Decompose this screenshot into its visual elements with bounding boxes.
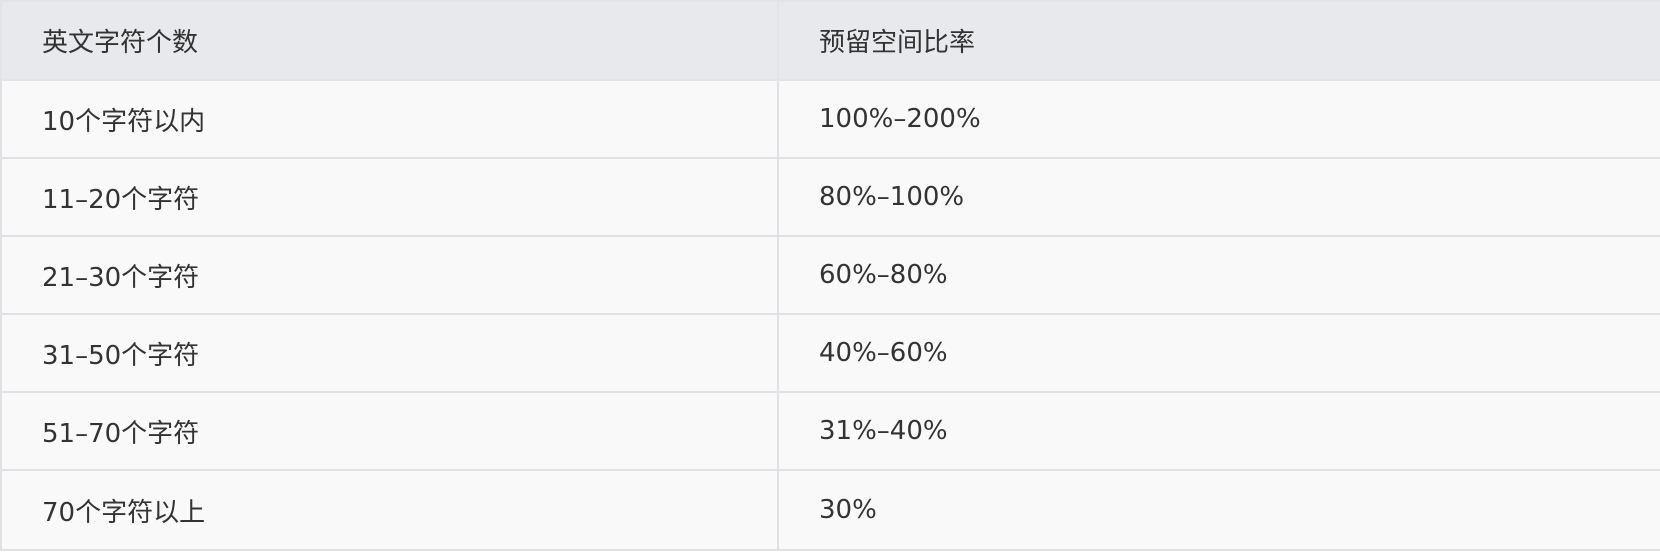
header-english-char-count: 英文字符个数 [0, 0, 779, 81]
char-count-cell: 31–50个字符 [0, 313, 779, 393]
table-row: 21–30个字符 60%–80% [0, 235, 1660, 315]
table-row: 11–20个字符 80%–100% [0, 157, 1660, 237]
ratio-cell: 30% [777, 469, 1660, 551]
table-row: 31–50个字符 40%–60% [0, 313, 1660, 393]
ratio-cell: 31%–40% [777, 391, 1660, 471]
ratio-table-container: 英文字符个数 预留空间比率 10个字符以内 100%–200% 11–20个字符… [0, 0, 1660, 552]
ratio-table: 英文字符个数 预留空间比率 10个字符以内 100%–200% 11–20个字符… [0, 0, 1660, 551]
char-count-cell: 11–20个字符 [0, 157, 779, 237]
ratio-cell: 100%–200% [777, 79, 1660, 159]
table-row: 10个字符以内 100%–200% [0, 79, 1660, 159]
ratio-cell: 40%–60% [777, 313, 1660, 393]
header-row: 英文字符个数 预留空间比率 [0, 0, 1660, 81]
char-count-cell: 21–30个字符 [0, 235, 779, 315]
table-row: 51–70个字符 31%–40% [0, 391, 1660, 471]
char-count-cell: 51–70个字符 [0, 391, 779, 471]
char-count-cell: 70个字符以上 [0, 469, 779, 551]
char-count-cell: 10个字符以内 [0, 79, 779, 159]
ratio-cell: 60%–80% [777, 235, 1660, 315]
table-row: 70个字符以上 30% [0, 469, 1660, 551]
table-body: 10个字符以内 100%–200% 11–20个字符 80%–100% 21–3… [0, 79, 1660, 551]
table-header: 英文字符个数 预留空间比率 [0, 0, 1660, 81]
ratio-cell: 80%–100% [777, 157, 1660, 237]
header-reserved-space-ratio: 预留空间比率 [777, 0, 1660, 81]
